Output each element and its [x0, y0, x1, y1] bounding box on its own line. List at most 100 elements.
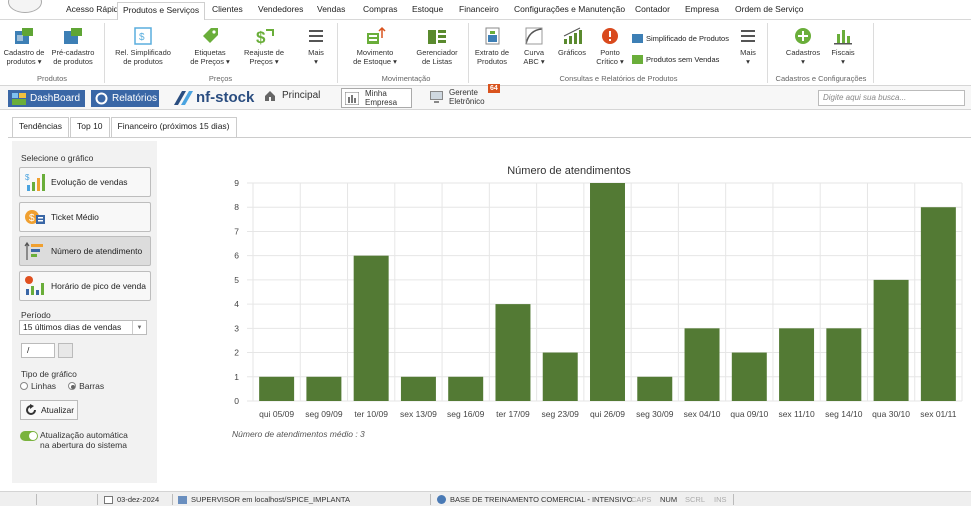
- reajuste-precos-button[interactable]: $ Reajuste de Preços ▾: [240, 26, 288, 66]
- bar: [779, 328, 815, 401]
- bar: [731, 352, 767, 401]
- relatorios-tab[interactable]: Relatórios: [91, 90, 159, 107]
- chart-footnote: Número de atendimentos médio : 3: [232, 429, 365, 439]
- x-tick-label: seg 14/10: [825, 409, 863, 419]
- etiquetas-precos-button[interactable]: Etiquetas de Preços ▾: [185, 26, 235, 66]
- refresh-icon: [26, 404, 36, 415]
- ponto-critico-button[interactable]: Ponto Crítico ▾: [592, 26, 628, 66]
- menu-estoque[interactable]: Estoque: [412, 4, 443, 14]
- ribbon-separator: [104, 23, 105, 83]
- menu-vendas[interactable]: Vendas: [317, 4, 345, 14]
- mais-consultas-button[interactable]: Mais ▾: [734, 26, 762, 66]
- dashboard-icon: [12, 92, 26, 105]
- svg-text:$: $: [25, 173, 30, 182]
- gerente-badge: 64: [488, 84, 500, 93]
- date-input[interactable]: /: [21, 343, 55, 358]
- bar: [637, 376, 673, 401]
- bar: [448, 376, 484, 401]
- gerenciador-listas-button[interactable]: Gerenciador de Listas: [407, 26, 467, 66]
- ribbon: Cadastro de produtos ▾ Pré-cadastro de p…: [0, 20, 971, 86]
- calendar-icon[interactable]: [58, 343, 73, 358]
- menu-empresa[interactable]: Empresa: [685, 4, 719, 14]
- status-database: BASE DE TREINAMENTO COMERCIAL - INTENSIV…: [437, 495, 632, 504]
- cadastros-button[interactable]: Cadastros ▾: [783, 26, 823, 66]
- x-tick-label: sex 11/10: [778, 409, 815, 419]
- movimento-estoque-button[interactable]: Movimento de Estoque ▾: [345, 26, 405, 66]
- list-manager-icon: [426, 26, 448, 46]
- company-icon: [345, 91, 359, 105]
- statement-icon: [481, 26, 503, 46]
- minha-empresa-tab[interactable]: Minha Empresa: [341, 88, 413, 108]
- tab-top10[interactable]: Top 10: [70, 117, 110, 137]
- sales-growth-icon: $: [24, 171, 46, 193]
- extrato-produtos-button[interactable]: Extrato de Produtos: [471, 26, 513, 66]
- nfstock-logo-icon: [174, 90, 193, 105]
- periodo-select[interactable]: 15 últimos dias de vendas ▼: [19, 320, 147, 335]
- x-tick-label: qua 30/10: [872, 409, 910, 419]
- x-tick-label: sex 13/09: [400, 409, 437, 419]
- dollar-doc-icon: $: [132, 26, 154, 46]
- menu-vendedores[interactable]: Vendedores: [258, 4, 303, 14]
- dashboard-tab[interactable]: DashBoard: [8, 90, 85, 107]
- nav-bar: DashBoard Relatórios nf-stock Principal …: [0, 84, 971, 110]
- ribbon-separator: [873, 23, 874, 83]
- menu-produtos-servicos[interactable]: Produtos e Serviços: [117, 2, 206, 21]
- periodo-label: Período: [21, 310, 51, 320]
- svg-text:$: $: [256, 28, 266, 46]
- menu-contador[interactable]: Contador: [635, 4, 670, 14]
- x-tick-label: ter 10/09: [354, 409, 388, 419]
- produtos-sem-vendas-button[interactable]: Produtos sem Vendas: [632, 55, 719, 64]
- horario-pico-button[interactable]: Horário de pico de venda: [19, 271, 151, 301]
- bar: [400, 376, 436, 401]
- curva-abc-button[interactable]: Curva ABC ▾: [517, 26, 551, 66]
- bar: [353, 255, 389, 401]
- ticket-medio-button[interactable]: $ Ticket Médio: [19, 202, 151, 232]
- radio-linhas[interactable]: [20, 382, 28, 390]
- tab-financeiro[interactable]: Financeiro (próximos 15 dias): [110, 117, 237, 137]
- mais-precos-button[interactable]: Mais ▾: [302, 26, 330, 66]
- gerente-eletronico-tab[interactable]: Gerente Eletrônico: [430, 88, 485, 106]
- menu-configuracoes[interactable]: Configurações e Manutenção: [514, 4, 625, 14]
- monitor-icon: [430, 91, 443, 103]
- menu-bar: Acesso Rápido Produtos e Serviços Client…: [0, 0, 971, 21]
- product-box-icon: [62, 26, 84, 46]
- app-menu-button[interactable]: [8, 0, 42, 13]
- graficos-button[interactable]: Gráficos: [553, 26, 591, 57]
- menu-acesso-rapido[interactable]: Acesso Rápido: [66, 4, 123, 14]
- principal-tab[interactable]: Principal: [264, 90, 320, 101]
- simplificado-produtos-button[interactable]: Simplificado de Produtos: [632, 34, 729, 43]
- search-input[interactable]: Digite aqui sua busca...: [818, 90, 965, 106]
- menu-financeiro[interactable]: Financeiro: [459, 4, 499, 14]
- group-produtos-label: Produtos: [36, 74, 68, 83]
- fiscais-button[interactable]: Fiscais ▾: [826, 26, 860, 66]
- chevron-down-icon: ▼: [132, 321, 146, 334]
- alert-icon: [599, 26, 621, 46]
- tab-tendencias[interactable]: Tendências: [12, 117, 70, 137]
- x-tick-label: qui 05/09: [259, 409, 294, 419]
- nfstock-logo: nf-stock: [174, 89, 254, 106]
- bar: [590, 183, 625, 401]
- curve-chart-icon: [523, 26, 545, 46]
- status-caps: CAPS: [631, 495, 652, 504]
- ribbon-separator: [468, 23, 469, 83]
- evolucao-vendas-button[interactable]: $ Evolução de vendas: [19, 167, 151, 197]
- radio-barras[interactable]: [68, 382, 77, 390]
- auto-update-toggle[interactable]: [20, 431, 38, 441]
- y-tick-label: 0: [234, 396, 239, 406]
- status-scrl: SCRL: [685, 495, 706, 504]
- rel-simplificado-button[interactable]: $ Rel. Simplificado de produtos: [108, 26, 178, 66]
- atualizar-button[interactable]: Atualizar: [20, 400, 78, 420]
- pre-cadastro-button[interactable]: Pré-cadastro de produtos: [47, 26, 99, 66]
- menu-clientes[interactable]: Clientes: [212, 4, 243, 14]
- group-precos-label: Preços: [208, 74, 233, 83]
- ribbon-separator: [337, 23, 338, 83]
- menu-compras[interactable]: Compras: [363, 4, 397, 14]
- menu-ordem-servico[interactable]: Ordem de Serviço: [735, 4, 804, 14]
- attendance-chart-icon: [24, 240, 46, 262]
- bar-chart: Número de atendimentos 0 1 2 3 4 5 6 7 8 9 qui 05…: [234, 165, 963, 419]
- bar: [306, 376, 342, 401]
- cadastro-produtos-button[interactable]: Cadastro de produtos ▾: [2, 26, 46, 66]
- status-date: 03-dez-2024: [104, 495, 159, 504]
- numero-atendimento-button[interactable]: Número de atendimento: [19, 236, 151, 266]
- price-tag-icon: [199, 26, 221, 46]
